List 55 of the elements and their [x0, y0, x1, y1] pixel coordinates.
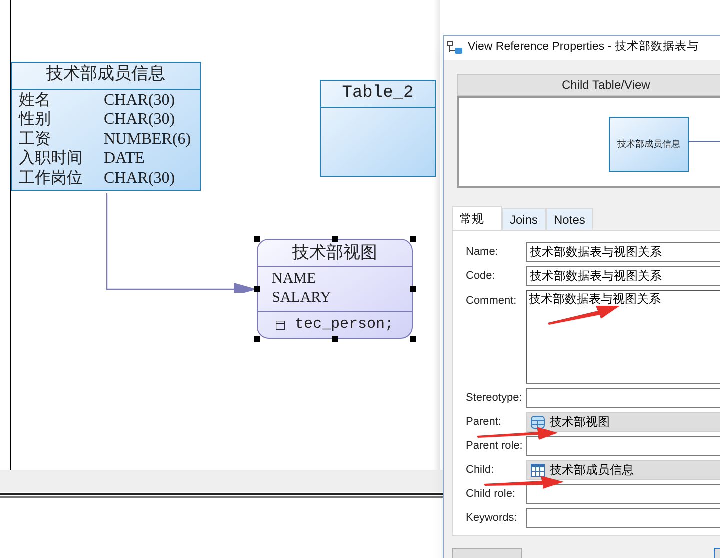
comment-field[interactable]: 技术部数据表与视图关系	[526, 290, 720, 384]
field-label: Parent:	[466, 414, 502, 430]
preview-table-node: 技术部成员信息	[609, 117, 689, 172]
selection-handle[interactable]	[254, 236, 260, 242]
table-node[interactable]: 技术部成员信息 姓名 CHAR(30) 性别 CHAR(30) 工资 NUMBER(6) 入职时间 DATE 工作岗位 CHAR(30)	[11, 62, 201, 190]
dialog-button[interactable]	[452, 548, 522, 558]
column-type: NUMBER(6)	[104, 132, 192, 148]
preview-header: Child Table/View	[457, 74, 720, 96]
field-label: Child role:	[466, 486, 517, 502]
dialog-title: View Reference Properties - 技术部数据表与	[468, 39, 699, 56]
view-node[interactable]: 技术部视图 NAME SALARY tec_person;	[257, 239, 413, 339]
selection-handle[interactable]	[332, 336, 338, 342]
selection-handle[interactable]	[410, 286, 416, 292]
field-label: Stereotype:	[466, 390, 524, 406]
text-field[interactable]: 技术部数据表与视图关系	[526, 242, 720, 262]
selection-handle[interactable]	[332, 236, 338, 242]
view-icon	[531, 416, 545, 428]
field-label: Keywords:	[466, 510, 518, 526]
object-field[interactable]: 技术部视图	[526, 412, 720, 432]
column-name: 工作岗位	[19, 170, 84, 187]
table-title: Table_2	[342, 83, 414, 106]
column-type: DATE	[104, 151, 145, 168]
field-label: Code:	[466, 268, 496, 284]
selection-handle[interactable]	[410, 236, 416, 242]
field-label: Parent role:	[466, 438, 524, 454]
table-node[interactable]: Table_2	[320, 80, 436, 177]
text-field[interactable]	[526, 508, 720, 528]
view-title: 技术部视图	[292, 242, 378, 264]
column-type: CHAR(30)	[104, 170, 176, 187]
object-field[interactable]: 技术部成员信息	[526, 460, 720, 480]
column-name: 入职时间	[19, 151, 84, 168]
column-name: 性别	[19, 112, 52, 128]
field-label: Child:	[466, 462, 496, 478]
column-name: 姓名	[19, 92, 52, 109]
reference-icon	[447, 41, 463, 55]
table-title: 技术部成员信息	[46, 64, 166, 88]
column-name: NAME	[272, 270, 316, 289]
column-type: CHAR(30)	[104, 92, 176, 109]
column-name: 工资	[19, 132, 52, 148]
selection-handle[interactable]	[254, 286, 260, 292]
column-name: SALARY	[272, 288, 332, 308]
view-query: tec_person;	[294, 314, 394, 335]
table-icon	[531, 464, 545, 476]
text-field[interactable]	[526, 436, 720, 456]
tab[interactable]: 常规	[452, 206, 502, 230]
selection-handle[interactable]	[254, 336, 260, 342]
tab[interactable]: Joins	[502, 208, 546, 230]
text-field[interactable]	[526, 388, 720, 408]
tab[interactable]: Notes	[546, 208, 594, 230]
column-type: CHAR(30)	[104, 112, 176, 128]
text-field[interactable]	[526, 484, 720, 504]
field-label: Name:	[466, 244, 500, 260]
selection-handle[interactable]	[410, 336, 416, 342]
text-field[interactable]: 技术部数据表与视图关系	[526, 266, 720, 286]
field-label: Comment:	[466, 294, 518, 309]
